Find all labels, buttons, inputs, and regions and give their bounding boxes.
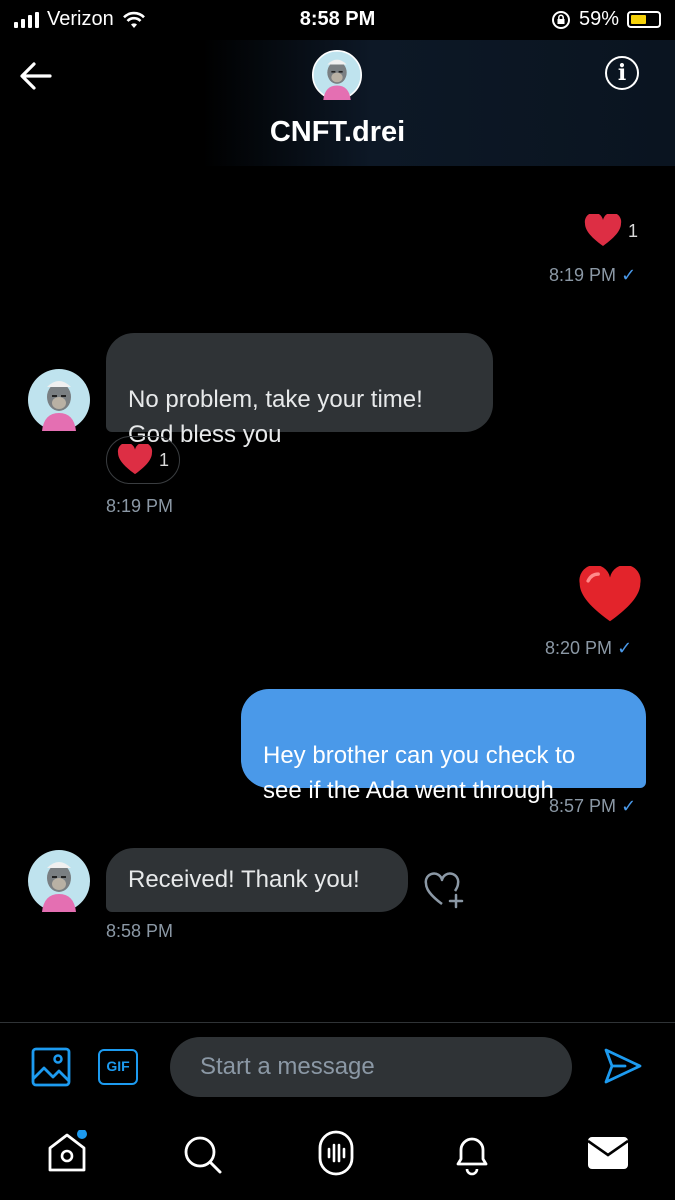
notifications-icon[interactable]: [452, 1132, 492, 1176]
timestamp-text: 8:20 PM: [545, 638, 613, 658]
timestamp-text: 8:57 PM: [549, 796, 617, 816]
sent-check-icon: ✓: [621, 265, 637, 285]
message-reaction[interactable]: 1: [106, 436, 180, 484]
avatar[interactable]: [28, 850, 90, 912]
message-timestamp: 8:19 PM ✓: [549, 265, 636, 286]
message-input[interactable]: Start a message: [170, 1037, 572, 1097]
heart-icon: [584, 214, 622, 246]
heart-emoji-message[interactable]: [578, 566, 642, 626]
message-bubble-incoming[interactable]: Received! Thank you!: [106, 848, 408, 912]
message-timestamp: 8:19 PM: [106, 496, 174, 516]
avatar[interactable]: [312, 50, 362, 100]
avatar[interactable]: [28, 369, 90, 431]
heart-add-icon[interactable]: [423, 871, 465, 909]
message-bubble-outgoing[interactable]: Hey brother can you check to see if the …: [241, 689, 646, 804]
battery-info: 59%: [551, 8, 661, 31]
conversation-title: CNFT.drei: [269, 116, 406, 148]
bottom-tab-bar: [0, 1120, 675, 1200]
sent-check-icon: ✓: [617, 638, 633, 658]
heart-icon: [117, 444, 153, 475]
info-icon[interactable]: i: [605, 56, 639, 90]
divider: [0, 1022, 675, 1023]
gif-button[interactable]: GIF: [98, 1049, 138, 1085]
message-timestamp: 8:20 PM ✓: [545, 638, 632, 659]
message-reaction[interactable]: 1: [584, 214, 638, 248]
status-bar: Verizon 8:58 PM 59%: [0, 0, 675, 40]
reaction-count: 1: [628, 220, 639, 241]
battery-percent: 59%: [578, 8, 619, 30]
message-text: Received! Thank you!: [128, 866, 360, 893]
back-arrow-icon[interactable]: [18, 58, 54, 94]
home-icon[interactable]: [46, 1130, 90, 1174]
orientation-lock-icon: [551, 10, 570, 29]
message-timestamp: 8:57 PM ✓: [549, 796, 636, 817]
message-timestamp: 8:58 PM: [106, 921, 174, 941]
send-icon[interactable]: [603, 1046, 643, 1086]
battery-icon: [627, 11, 661, 28]
reaction-count: 1: [158, 449, 169, 470]
message-bubble-incoming[interactable]: No problem, take your time! God bless yo…: [106, 333, 493, 448]
spaces-icon[interactable]: [315, 1130, 357, 1176]
message-text: No problem, take your time! God bless yo…: [128, 386, 423, 448]
timestamp-text: 8:19 PM: [549, 265, 617, 285]
search-icon[interactable]: [182, 1134, 224, 1176]
messages-icon[interactable]: [587, 1136, 629, 1170]
sent-check-icon: ✓: [621, 796, 637, 816]
message-text: Hey brother can you check to see if the …: [263, 742, 576, 804]
image-icon[interactable]: [31, 1047, 71, 1087]
